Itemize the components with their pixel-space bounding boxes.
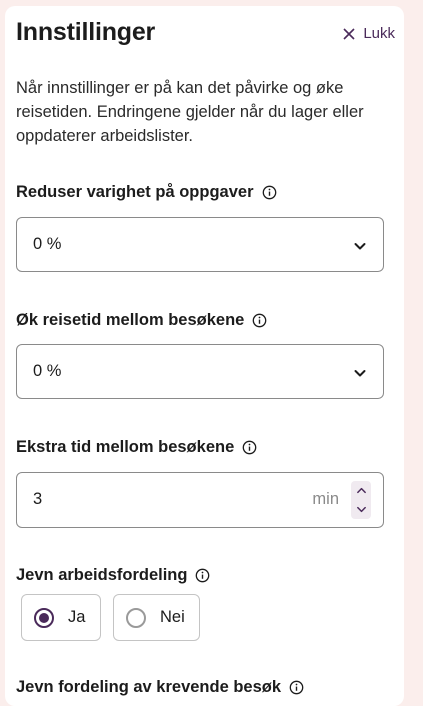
reduce-duration-value: 0 % (33, 235, 62, 253)
settings-description: Når innstillinger er på kan det påvirke … (16, 79, 364, 145)
increase-travel-label: Øk reisetid mellom besøkene (16, 311, 267, 330)
panel-header: Innstillinger Lukk (16, 18, 407, 50)
extra-time-unit: min (312, 490, 339, 508)
radio-option-nei[interactable]: Nei (113, 594, 200, 641)
demanding-visits-label: Jevn fordeling av krevende besøk (16, 678, 304, 697)
page-title: Innstillinger (16, 18, 156, 46)
close-icon (343, 27, 355, 40)
chevron-down-icon (354, 370, 366, 377)
even-distribution-label: Jevn arbeidsfordeling (16, 566, 210, 585)
info-icon[interactable] (195, 568, 210, 583)
extra-time-value: 3 (33, 490, 43, 508)
even-distribution-label-text: Jevn arbeidsfordeling (16, 566, 188, 584)
radio-button-checked[interactable] (34, 607, 54, 628)
info-icon[interactable] (252, 313, 267, 328)
close-label: Lukk (363, 25, 395, 42)
extra-time-label-text: Ekstra tid mellom besøkene (16, 438, 235, 456)
chevron-up-icon (356, 487, 366, 494)
radio-button[interactable] (126, 607, 146, 628)
extra-time-input[interactable]: 3 min (16, 472, 384, 528)
demanding-visits-label-text: Jevn fordeling av krevende besøk (16, 678, 282, 696)
reduce-duration-select[interactable]: 0 % (16, 217, 384, 272)
increase-travel-select[interactable]: 0 % (16, 344, 384, 399)
extra-time-label: Ekstra tid mellom besøkene (16, 438, 257, 457)
radio-option-ja[interactable]: Ja (21, 594, 101, 641)
info-icon[interactable] (262, 185, 277, 200)
reduce-duration-label: Reduser varighet på oppgaver (16, 183, 277, 202)
increase-travel-label-text: Øk reisetid mellom besøkene (16, 311, 245, 329)
reduce-duration-label-text: Reduser varighet på oppgaver (16, 183, 254, 201)
quantity-stepper (351, 481, 371, 519)
increase-travel-value: 0 % (33, 362, 62, 380)
chevron-down-icon (356, 506, 366, 513)
chevron-down-icon (354, 243, 366, 250)
close-button[interactable]: Lukk (343, 25, 395, 42)
decrement-button[interactable] (351, 500, 371, 519)
info-icon[interactable] (242, 440, 257, 455)
radio-label-nei: Nei (160, 608, 185, 626)
info-icon[interactable] (289, 680, 304, 695)
increment-button[interactable] (351, 481, 371, 500)
radio-label-ja: Ja (68, 608, 86, 626)
